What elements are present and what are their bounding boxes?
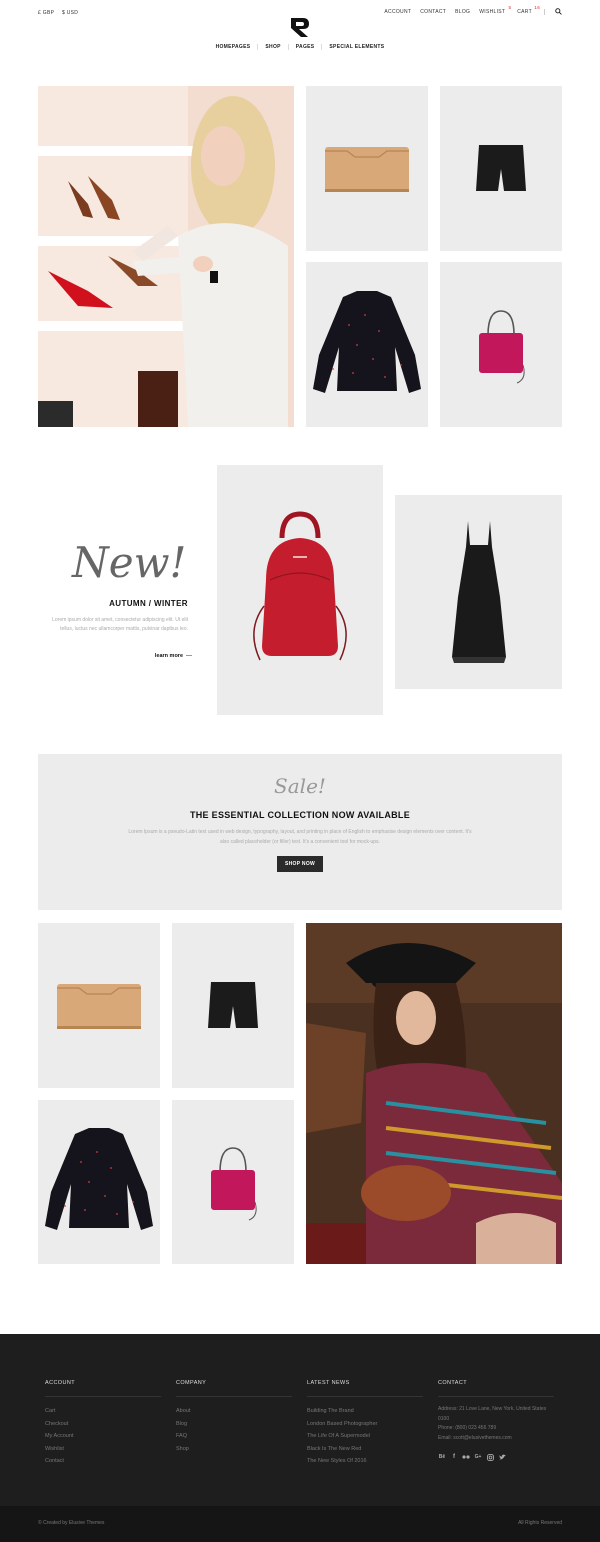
collection-title: AUTUMN / WINTER: [109, 599, 188, 608]
product-tile-handbag-2[interactable]: [172, 1100, 294, 1264]
news-link[interactable]: Building The Brand: [307, 1405, 423, 1418]
product-tile-shorts[interactable]: [440, 86, 562, 251]
currency-gbp[interactable]: £ GBP: [38, 10, 54, 16]
footer-heading: CONTACT: [438, 1380, 554, 1397]
learn-more-label: learn more: [154, 653, 183, 659]
bottom-bar: © Created by Elusive Themes All Rights R…: [0, 1506, 600, 1542]
footer-link-wishlist[interactable]: Wishlist: [45, 1443, 161, 1456]
footer-link-cart[interactable]: Cart: [45, 1405, 161, 1418]
nav-special-elements[interactable]: SPECIAL ELEMENTS: [321, 44, 391, 50]
top-links: ACCOUNT CONTACT BLOG WISHLIST 5 CART 16: [375, 5, 562, 15]
sale-title: THE ESSENTIAL COLLECTION NOW AVAILABLE: [189, 810, 411, 820]
wishlist-link[interactable]: WISHLIST 5: [479, 5, 511, 15]
behance-icon[interactable]: Bē: [438, 1453, 446, 1461]
polka-blouse-image: [313, 290, 421, 393]
sale-script-heading: Sale!: [274, 774, 326, 798]
nav-pages[interactable]: PAGES: [287, 44, 322, 50]
footer-news-column: LATEST NEWS Building The Brand London Ba…: [307, 1380, 423, 1468]
brand-logo[interactable]: [289, 16, 311, 38]
pink-handbag-image: [479, 309, 525, 383]
wishlist-label: WISHLIST: [479, 8, 506, 15]
facebook-icon[interactable]: f: [450, 1453, 458, 1461]
social-links: Bē f G+: [438, 1453, 554, 1461]
learn-more-link[interactable]: learn more: [120, 653, 192, 659]
footer-heading: LATEST NEWS: [307, 1380, 423, 1397]
footer-link-faq[interactable]: FAQ: [176, 1430, 292, 1443]
news-link[interactable]: London Based Photographer: [307, 1418, 423, 1431]
footer-link-contact[interactable]: Contact: [45, 1455, 161, 1468]
footer-company-column: COMPANY About Blog FAQ Shop: [176, 1380, 292, 1455]
black-shorts-image: [476, 144, 526, 191]
footer-heading: COMPANY: [176, 1380, 292, 1397]
product-tile-blouse-2[interactable]: [38, 1100, 160, 1264]
new-script-heading: New!: [72, 538, 187, 587]
footer-contact-column: CONTACT Address: 21 Love Lane, New York,…: [438, 1380, 554, 1461]
footer-link-shop[interactable]: Shop: [176, 1443, 292, 1456]
product-tile-handbag[interactable]: [440, 262, 562, 427]
account-link[interactable]: ACCOUNT: [384, 9, 411, 15]
shop-now-button[interactable]: SHOP NOW: [277, 856, 323, 872]
red-backpack-image: [253, 511, 347, 661]
search-icon[interactable]: [555, 8, 562, 15]
wishlist-count-badge: 5: [508, 4, 512, 10]
hero-photo-shoe-store[interactable]: [38, 86, 294, 427]
nav-shop[interactable]: SHOP: [257, 44, 287, 50]
rights-text: All Rights Reserved: [518, 1520, 562, 1526]
black-shorts-image: [208, 981, 258, 1028]
header: £ GBP $ USD ACCOUNT CONTACT BLOG WISHLIS…: [0, 0, 600, 60]
sale-description: Lorem Ipsum is a pseudo-Latin text used …: [128, 829, 472, 845]
product-tile-blouse[interactable]: [306, 262, 428, 427]
news-link[interactable]: Black Is The New Red: [307, 1443, 423, 1456]
product-tile-dress[interactable]: [395, 495, 562, 689]
footer-account-column: ACCOUNT Cart Checkout My Account Wishlis…: [45, 1380, 161, 1468]
arrow-dash-icon: [186, 655, 192, 657]
instagram-icon[interactable]: [486, 1453, 494, 1461]
clutch-wallet-image: [325, 146, 409, 192]
clutch-wallet-image: [57, 983, 141, 1029]
blog-link[interactable]: BLOG: [455, 9, 470, 15]
cart-label: CART: [517, 8, 532, 15]
product-tile-clutch-2[interactable]: [38, 923, 160, 1088]
footer-link-about[interactable]: About: [176, 1405, 292, 1418]
footer-link-checkout[interactable]: Checkout: [45, 1418, 161, 1431]
product-tile-shorts-2[interactable]: [172, 923, 294, 1088]
credit-text: © Created by Elusive Themes: [38, 1520, 105, 1526]
google-plus-icon[interactable]: G+: [474, 1453, 482, 1461]
sale-banner: Sale! THE ESSENTIAL COLLECTION NOW AVAIL…: [38, 754, 562, 910]
contact-address: Address: 21 Love Lane, New York, United …: [438, 1406, 547, 1422]
main-nav: HOMEPAGES SHOP PAGES SPECIAL ELEMENTS: [0, 44, 600, 50]
flickr-icon[interactable]: [462, 1453, 470, 1461]
product-tile-clutch[interactable]: [306, 86, 428, 251]
contact-phone: Phone: (800) 023 456 789: [438, 1425, 497, 1431]
pink-handbag-image: [211, 1147, 257, 1221]
footer-heading: ACCOUNT: [45, 1380, 161, 1397]
contact-email[interactable]: Email: scott@elusivethemes.com: [438, 1434, 554, 1444]
polka-blouse-image: [45, 1128, 153, 1230]
cart-link[interactable]: CART 16: [517, 5, 539, 15]
currency-switcher: £ GBP $ USD: [38, 10, 84, 16]
twitter-icon[interactable]: [498, 1453, 506, 1461]
nav-homepages[interactable]: HOMEPAGES: [209, 44, 258, 50]
currency-usd[interactable]: $ USD: [62, 10, 78, 16]
model-photo-boho[interactable]: [306, 923, 562, 1264]
divider: [544, 8, 545, 15]
footer-link-blog[interactable]: Blog: [176, 1418, 292, 1431]
news-link[interactable]: The New Styles Of 2016: [307, 1455, 423, 1468]
contact-link[interactable]: CONTACT: [420, 9, 446, 15]
news-link[interactable]: The Life Of A Supermodel: [307, 1430, 423, 1443]
footer-link-my-account[interactable]: My Account: [45, 1430, 161, 1443]
cart-count-badge: 16: [534, 4, 540, 10]
black-dress-image: [451, 521, 506, 663]
product-tile-backpack[interactable]: [217, 465, 383, 715]
footer: ACCOUNT Cart Checkout My Account Wishlis…: [0, 1334, 600, 1506]
collection-description: Lorem ipsum dolor sit amet, consectetur …: [52, 617, 188, 632]
